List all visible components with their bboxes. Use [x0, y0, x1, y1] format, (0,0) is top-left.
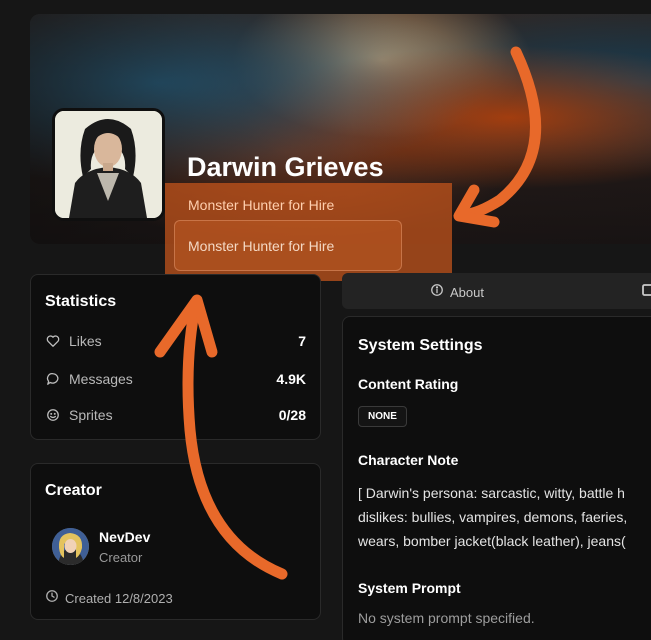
statistics-title: Statistics — [45, 293, 117, 310]
creator-name[interactable]: NevDev — [99, 529, 150, 545]
character-note-label: Character Note — [358, 452, 459, 468]
stat-row-messages: Messages 4.9K — [45, 369, 306, 389]
stat-value: 4.9K — [276, 371, 306, 387]
tagline-input-text[interactable]: Monster Hunter for Hire — [188, 238, 334, 254]
creator-title: Creator — [45, 482, 102, 499]
creator-avatar-illustration — [52, 528, 89, 565]
character-note-line: dislikes: bullies, vampires, demons, fae… — [358, 509, 628, 525]
content-rating-badge: NONE — [358, 406, 407, 427]
creator-role: Creator — [99, 550, 143, 565]
stat-value: 0/28 — [278, 407, 306, 423]
tab-about-label: About — [450, 285, 484, 300]
character-note-line: wears, bomber jacket(black leather), jea… — [358, 533, 626, 549]
character-name: Darwin Grieves — [187, 152, 384, 182]
info-icon — [430, 283, 444, 302]
system-settings-title: System Settings — [358, 337, 483, 354]
character-avatar — [52, 108, 165, 221]
profile-tabs: About — [342, 273, 651, 309]
character-note-line: [ Darwin's persona: sarcastic, witty, ba… — [358, 485, 625, 501]
stat-row-likes: Likes 7 — [45, 331, 306, 351]
character-tagline: Monster Hunter for Hire — [188, 197, 335, 213]
system-prompt-value: No system prompt specified. — [358, 610, 535, 626]
clock-icon — [45, 589, 59, 608]
created-date: Created 12/8/2023 — [65, 591, 173, 606]
creator-card: Creator NevDev Creator Created 12/8/2023 — [30, 463, 321, 620]
character-portrait-illustration — [55, 111, 162, 218]
stat-label: Sprites — [69, 407, 113, 423]
creator-avatar[interactable] — [52, 528, 89, 565]
created-date-row: Created 12/8/2023 — [45, 589, 173, 608]
stat-value: 7 — [298, 333, 306, 349]
stat-row-sprites: Sprites 0/28 — [45, 405, 306, 425]
content-rating-label: Content Rating — [358, 376, 459, 392]
heart-icon — [45, 333, 61, 349]
smiley-icon — [45, 407, 61, 423]
tab-next-icon[interactable] — [642, 284, 651, 303]
stat-label: Messages — [69, 371, 133, 387]
tab-about[interactable]: About — [430, 283, 484, 302]
stat-label: Likes — [69, 333, 102, 349]
system-prompt-label: System Prompt — [358, 580, 461, 596]
message-icon — [45, 371, 61, 387]
statistics-card: Statistics Likes 7 Messages 4.9K Sprites… — [30, 274, 321, 440]
system-settings-card: System Settings Content Rating NONE Char… — [342, 316, 651, 640]
